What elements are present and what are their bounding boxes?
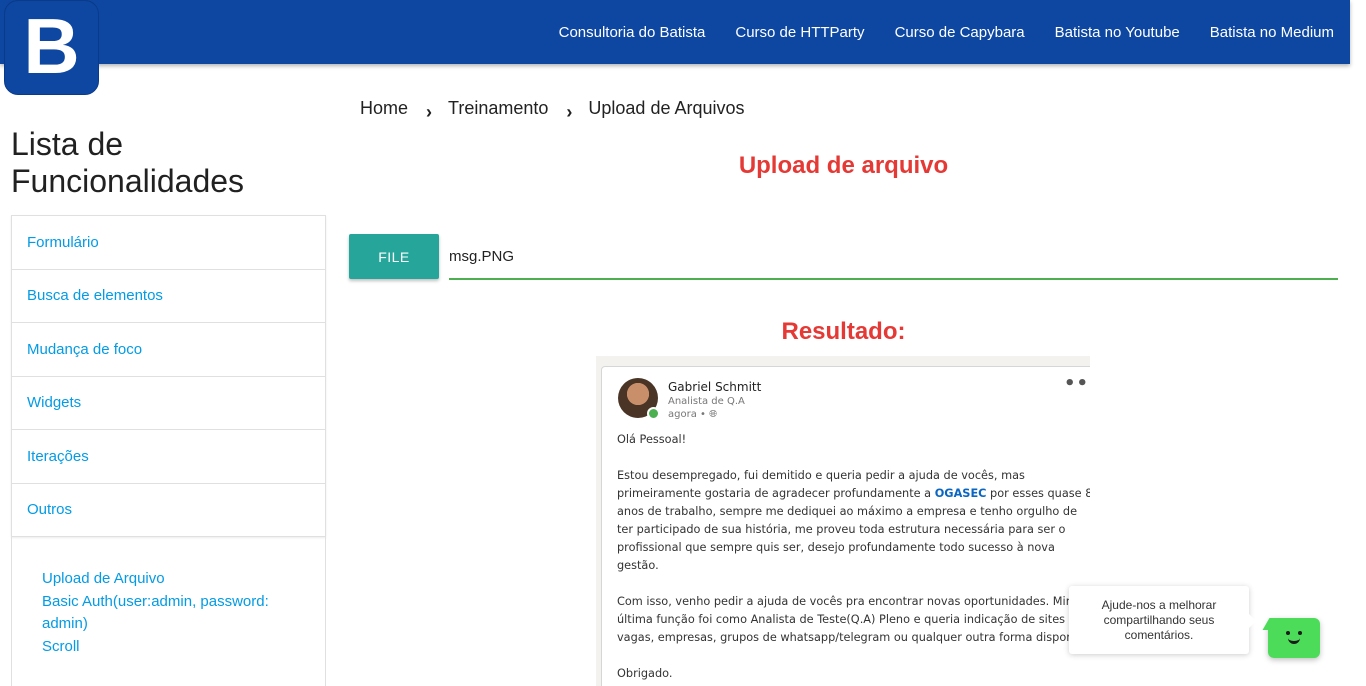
top-navbar: Consultoria do Batista Curso de HTTParty… bbox=[0, 0, 1350, 64]
site-logo[interactable]: B bbox=[4, 0, 99, 95]
logo-letter: B bbox=[23, 1, 80, 90]
feedback-line1: Ajude-nos a melhorar bbox=[1101, 598, 1217, 612]
post-line: última função foi como Analista de Teste… bbox=[617, 613, 1083, 626]
sidebar-title-line2: Funcionalidades bbox=[11, 163, 245, 199]
uploaded-image-preview: Gabriel Schmitt Analista de Q.A agora • … bbox=[596, 356, 1090, 686]
sidebar-item-mudanca-de-foco[interactable]: Mudança de foco bbox=[12, 323, 325, 377]
chevron-right-icon: › bbox=[426, 102, 433, 122]
feedback-line3: comentários. bbox=[1124, 628, 1194, 642]
sidebar-title: Lista de Funcionalidades bbox=[11, 126, 331, 200]
nav-link-youtube[interactable]: Batista no Youtube bbox=[1055, 24, 1180, 41]
submenu-item-upload-de-arquivo[interactable]: Upload de Arquivo bbox=[42, 568, 325, 591]
breadcrumb: Home › Treinamento › Upload de Arquivos bbox=[360, 98, 745, 122]
post-line: gestão. bbox=[617, 559, 659, 572]
nav-link-consultoria[interactable]: Consultoria do Batista bbox=[559, 24, 706, 41]
submenu-item-basic-auth-line2: admin) bbox=[42, 615, 88, 632]
more-options-icon: ••• bbox=[1064, 373, 1090, 394]
post-author-name: Gabriel Schmitt bbox=[668, 380, 762, 394]
submenu-item-scroll[interactable]: Scroll bbox=[42, 636, 325, 659]
post-line: ter participado de sua história, me prov… bbox=[617, 523, 1066, 536]
post-closing: Obrigado. bbox=[617, 667, 673, 680]
sidebar-item-widgets[interactable]: Widgets bbox=[12, 377, 325, 430]
sidebar-item-outros[interactable]: Outros bbox=[12, 484, 325, 537]
nav-link-httparty[interactable]: Curso de HTTParty bbox=[735, 24, 864, 41]
nav-link-capybara[interactable]: Curso de Capybara bbox=[895, 24, 1025, 41]
post-time-text: agora • bbox=[668, 409, 706, 420]
post-text: primeiramente gostaria de agradecer prof… bbox=[617, 487, 932, 500]
post-greeting: Olá Pessoal! bbox=[617, 433, 687, 446]
post-line: Estou desempregado, fui demitido e queri… bbox=[617, 469, 1025, 482]
post-line: Com isso, venho pedir a ajuda de vocês p… bbox=[617, 595, 1087, 608]
nav-link-medium[interactable]: Batista no Medium bbox=[1210, 24, 1334, 41]
post-line: profissional que sempre quis ser, desejo… bbox=[617, 541, 1055, 554]
social-post-card: Gabriel Schmitt Analista de Q.A agora • … bbox=[601, 366, 1090, 686]
page-title: Upload de arquivo bbox=[738, 152, 949, 179]
sidebar-title-line1: Lista de bbox=[11, 126, 124, 162]
result-heading: Resultado: bbox=[781, 318, 906, 345]
post-line: vagas, empresas, grupos de whatsapp/tele… bbox=[617, 631, 1090, 644]
breadcrumb-upload-de-arquivos[interactable]: Upload de Arquivos bbox=[588, 98, 744, 119]
post-body: Olá Pessoal! Estou desempregado, fui dem… bbox=[617, 431, 1090, 683]
file-path-input[interactable]: msg.PNG bbox=[449, 234, 1338, 280]
feedback-button[interactable] bbox=[1268, 618, 1320, 658]
post-text: por esses quase 8 bbox=[990, 487, 1090, 500]
post-line: anos de trabalho, sempre me dediquei ao … bbox=[617, 505, 1078, 518]
sidebar-item-iteracoes[interactable]: Iterações bbox=[12, 430, 325, 484]
post-author-headline: Analista de Q.A bbox=[668, 396, 745, 407]
online-status-icon bbox=[647, 407, 660, 420]
file-upload-button[interactable]: FILE bbox=[349, 234, 439, 279]
post-line: primeiramente gostaria de agradecer prof… bbox=[617, 485, 1090, 503]
chevron-right-icon: › bbox=[566, 102, 573, 122]
feedback-line2: compartilhando seus bbox=[1103, 613, 1215, 627]
submenu-item-basic-auth[interactable]: Basic Auth(user:admin, password: admin) bbox=[42, 591, 325, 636]
company-mention: OGASEC bbox=[934, 487, 987, 500]
sidebar-submenu-outros: Upload de Arquivo Basic Auth(user:admin,… bbox=[11, 537, 326, 686]
nav-links: Consultoria do Batista Curso de HTTParty… bbox=[529, 0, 1334, 64]
smiley-face-icon bbox=[1282, 629, 1306, 647]
feedback-tooltip: Ajude-nos a melhorar compartilhando seus… bbox=[1069, 586, 1256, 654]
sidebar-item-formulario[interactable]: Formulário bbox=[12, 216, 325, 270]
breadcrumb-treinamento[interactable]: Treinamento bbox=[448, 98, 548, 119]
sidebar-menu: Formulário Busca de elementos Mudança de… bbox=[11, 215, 326, 537]
submenu-item-basic-auth-line1: Basic Auth(user:admin, password: bbox=[42, 592, 269, 610]
globe-icon: 🌐︎ bbox=[709, 409, 718, 420]
breadcrumb-home[interactable]: Home bbox=[360, 98, 408, 119]
post-timestamp: agora • 🌐︎ bbox=[668, 409, 717, 420]
sidebar-item-busca-de-elementos[interactable]: Busca de elementos bbox=[12, 270, 325, 323]
